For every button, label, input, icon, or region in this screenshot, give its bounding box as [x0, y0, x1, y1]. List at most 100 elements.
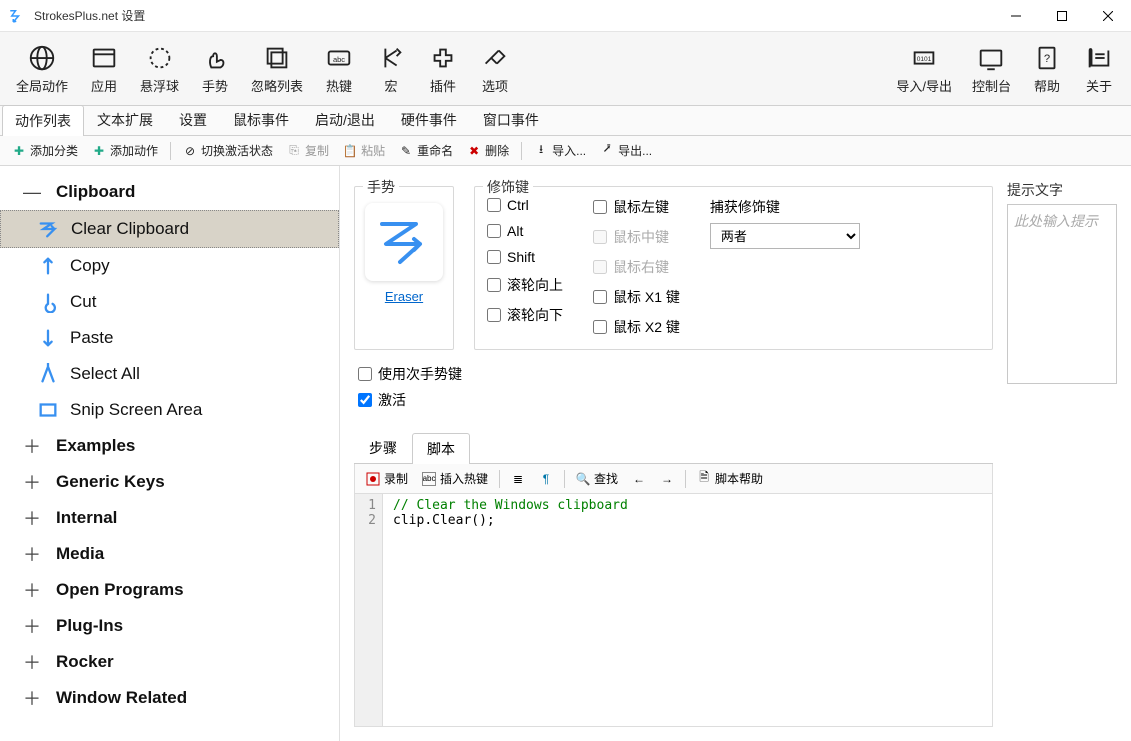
toolbar-about-button[interactable]: 关于	[1073, 38, 1125, 99]
script-help-button[interactable]: 🗎脚本帮助	[692, 467, 768, 490]
toolbar-console-button[interactable]: 控制台	[962, 38, 1021, 99]
modifier-checkbox[interactable]: 鼠标中键	[593, 227, 680, 247]
script-tab-1[interactable]: 脚本	[412, 433, 470, 464]
script-editor[interactable]: 12 // Clear the Windows clipboardclip.Cl…	[354, 494, 993, 727]
subtab-3[interactable]: 鼠标事件	[220, 104, 302, 135]
tree-category[interactable]: ＋Generic Keys	[0, 464, 339, 500]
add-category-button[interactable]: ✚添加分类	[6, 139, 84, 162]
hint-input[interactable]: 此处输入提示	[1007, 204, 1117, 384]
modifier-checkbox[interactable]: 鼠标右键	[593, 257, 680, 277]
toolbar-impexp-button[interactable]: 0101导入/导出	[886, 38, 962, 99]
tree-category[interactable]: ＋Examples	[0, 428, 339, 464]
toolbar-float-button[interactable]: 悬浮球	[130, 38, 189, 99]
import-button[interactable]: ⭳导入...	[528, 139, 592, 162]
subtab-0[interactable]: 动作列表	[2, 105, 84, 136]
hotkeys-icon: abc	[323, 42, 355, 74]
gesture-group-title: 手势	[363, 177, 399, 197]
toolbar-macros-button[interactable]: 宏	[365, 38, 417, 99]
find-button[interactable]: 🔍查找	[571, 467, 623, 490]
tree-category[interactable]: ＋Plug-Ins	[0, 608, 339, 644]
editor-gutter: 12	[355, 494, 383, 726]
maximize-button[interactable]	[1039, 0, 1085, 32]
modifier-checkbox[interactable]: Alt	[487, 223, 563, 239]
toolbar-ignore-button[interactable]: 忽略列表	[241, 38, 313, 99]
tree-category[interactable]: ＋Rocker	[0, 644, 339, 680]
tree-category[interactable]: ＋Window Related	[0, 680, 339, 716]
toolbar-plugins-button[interactable]: 插件	[417, 38, 469, 99]
active-checkbox[interactable]: 激活	[358, 390, 993, 410]
tree-category[interactable]: —Clipboard	[0, 174, 339, 210]
modifiers-group: 修饰键 CtrlAltShift滚轮向上滚轮向下 鼠标左键鼠标中键鼠标右键鼠标 …	[474, 186, 993, 350]
main-area: —ClipboardClear ClipboardCopyCutPasteSel…	[0, 166, 1131, 741]
indent-button[interactable]: ≣	[506, 469, 530, 489]
modifier-checkbox[interactable]: Shift	[487, 249, 563, 265]
export-button[interactable]: ⭷导出...	[594, 139, 658, 162]
insert-hotkey-button[interactable]: abc插入热键	[417, 467, 493, 490]
tree-item[interactable]: Cut	[0, 284, 339, 320]
gesture-preview[interactable]	[365, 203, 443, 281]
subtab-4[interactable]: 启动/退出	[302, 104, 388, 135]
expand-icon[interactable]: ＋	[20, 506, 44, 530]
rename-button[interactable]: ✎重命名	[393, 139, 459, 162]
tree-category[interactable]: ＋Internal	[0, 500, 339, 536]
expand-icon[interactable]: ＋	[20, 650, 44, 674]
toolbar-hotkeys-button[interactable]: abc热键	[313, 38, 365, 99]
expand-icon[interactable]: ＋	[20, 614, 44, 638]
toolbar-options-button[interactable]: 选项	[469, 38, 521, 99]
subtab-1[interactable]: 文本扩展	[84, 104, 166, 135]
modifier-checkbox[interactable]: 鼠标 X1 键	[593, 287, 680, 307]
tree-item[interactable]: Paste	[0, 320, 339, 356]
secondary-gesture-checkbox[interactable]: 使用次手势键	[358, 364, 993, 384]
delete-button[interactable]: ✖删除	[461, 139, 515, 162]
action-bar: ✚添加分类 ✚添加动作 ⊘切换激活状态 ⎘复制 📋粘贴 ✎重命名 ✖删除 ⭳导入…	[0, 136, 1131, 166]
modifier-checkbox[interactable]: 滚轮向上	[487, 275, 563, 295]
record-button[interactable]: 录制	[361, 467, 413, 490]
gesture-group: 手势 Eraser	[354, 186, 454, 350]
tree-item[interactable]: Copy	[0, 248, 339, 284]
hint-title: 提示文字	[1007, 180, 1117, 200]
tree-category[interactable]: ＋Open Programs	[0, 572, 339, 608]
toolbar-apps-button[interactable]: 应用	[78, 38, 130, 99]
gesture-name-link[interactable]: Eraser	[385, 289, 423, 304]
tree-item[interactable]: Clear Clipboard	[0, 210, 339, 248]
gesture-icon	[36, 326, 60, 350]
toolbar-gestures-button[interactable]: 手势	[189, 38, 241, 99]
subtab-6[interactable]: 窗口事件	[470, 104, 552, 135]
add-action-button[interactable]: ✚添加动作	[86, 139, 164, 162]
script-tab-0[interactable]: 步骤	[354, 432, 412, 463]
minimize-button[interactable]	[993, 0, 1039, 32]
options-icon	[479, 42, 511, 74]
expand-icon[interactable]: ＋	[20, 542, 44, 566]
subtab-2[interactable]: 设置	[166, 104, 220, 135]
next-button[interactable]: →	[655, 469, 679, 489]
expand-icon[interactable]: ＋	[20, 470, 44, 494]
paste-button[interactable]: 📋粘贴	[337, 139, 391, 162]
tree-category[interactable]: ＋Media	[0, 536, 339, 572]
expand-icon[interactable]: —	[20, 180, 44, 204]
impexp-icon: 0101	[908, 42, 940, 74]
subtab-5[interactable]: 硬件事件	[388, 104, 470, 135]
float-icon	[144, 42, 176, 74]
copy-button[interactable]: ⎘复制	[281, 139, 335, 162]
modifier-checkbox[interactable]: Ctrl	[487, 197, 563, 213]
expand-icon[interactable]: ＋	[20, 686, 44, 710]
outdent-button[interactable]: ¶	[534, 469, 558, 489]
capture-modifier-label: 捕获修饰键	[710, 197, 860, 217]
toolbar-global-button[interactable]: 全局动作	[6, 38, 78, 99]
modifier-checkbox[interactable]: 鼠标左键	[593, 197, 680, 217]
modifier-checkbox[interactable]: 鼠标 X2 键	[593, 317, 680, 337]
close-button[interactable]	[1085, 0, 1131, 32]
action-tree[interactable]: —ClipboardClear ClipboardCopyCutPasteSel…	[0, 166, 340, 741]
tree-item[interactable]: Select All	[0, 356, 339, 392]
editor-code[interactable]: // Clear the Windows clipboardclip.Clear…	[383, 494, 638, 726]
svg-text:abc: abc	[333, 55, 345, 64]
prev-button[interactable]: ←	[627, 469, 651, 489]
app-icon	[8, 7, 26, 25]
capture-modifier-select[interactable]: 两者	[710, 223, 860, 249]
expand-icon[interactable]: ＋	[20, 578, 44, 602]
tree-item[interactable]: Snip Screen Area	[0, 392, 339, 428]
expand-icon[interactable]: ＋	[20, 434, 44, 458]
toolbar-help-button[interactable]: ?帮助	[1021, 38, 1073, 99]
modifier-checkbox[interactable]: 滚轮向下	[487, 305, 563, 325]
toggle-active-button[interactable]: ⊘切换激活状态	[177, 139, 279, 162]
